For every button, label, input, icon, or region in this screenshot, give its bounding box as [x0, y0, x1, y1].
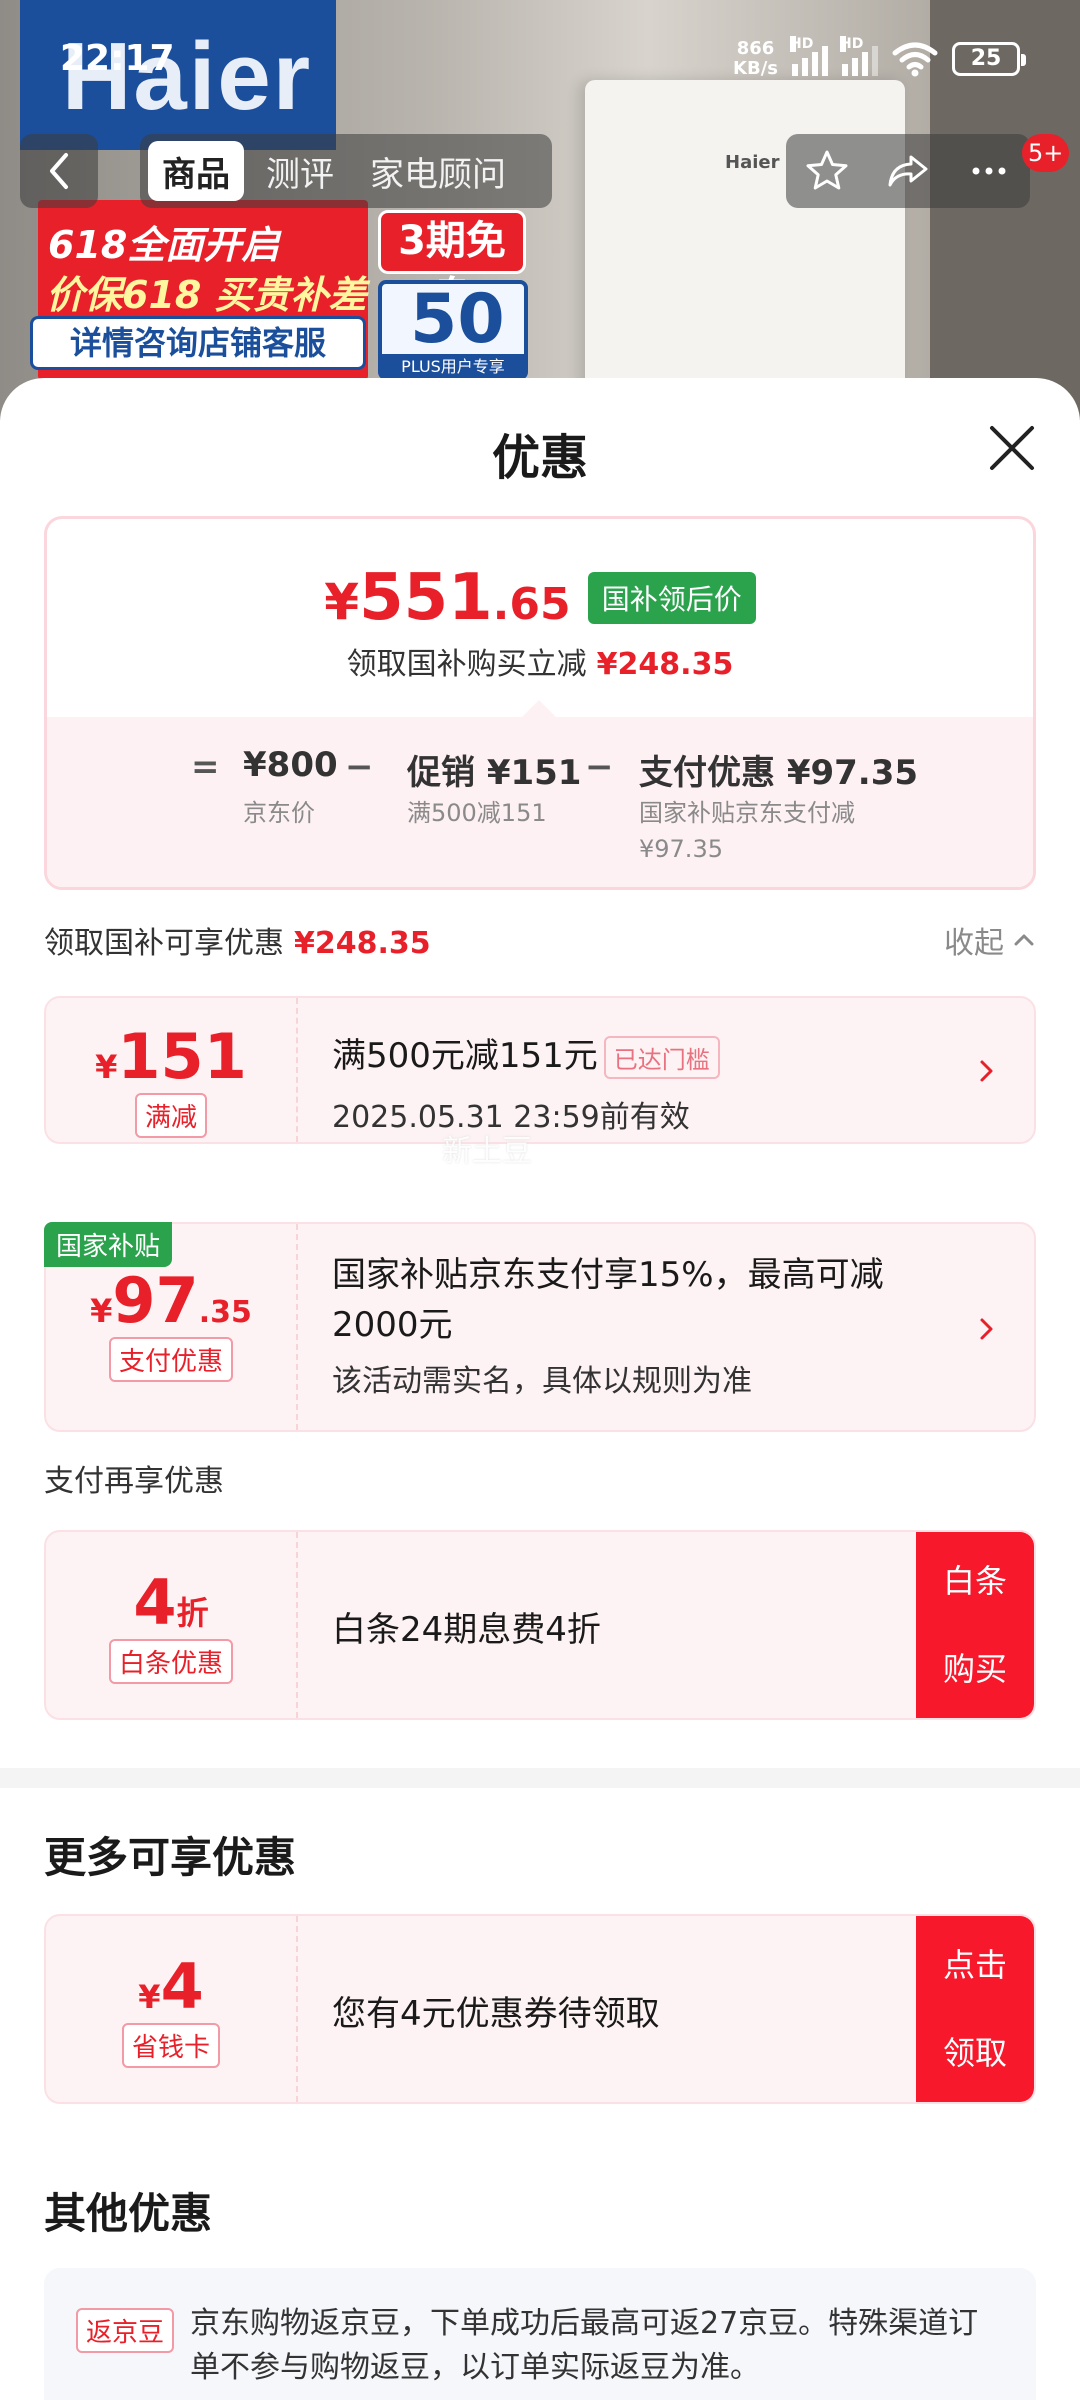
coupon-title: 满500元减151元 已达门槛	[332, 1028, 720, 1079]
plus-tag: PLUS用户专享	[380, 354, 526, 380]
chevron-right-icon	[980, 1060, 993, 1082]
coupon-baitiao: 4折 白条优惠 白条24期息费4折 白条 购买	[44, 1530, 1036, 1720]
watermark: 新土豆	[442, 1134, 532, 1169]
equals-sign: =	[191, 747, 220, 787]
minus-sign: −	[585, 747, 614, 787]
collapse-button[interactable]: 收起	[944, 918, 1036, 962]
promo-line-3: 详情咨询店铺客服	[30, 316, 366, 370]
coupon-title: 国家补贴京东支付享15%，最高可减 2000元	[332, 1255, 884, 1345]
baitiao-buy-button[interactable]: 白条 购买	[916, 1532, 1034, 1718]
other-discounts-heading: 其他优惠	[44, 2189, 213, 2238]
subsidy-summary-label: 领取国补可享优惠	[44, 926, 284, 961]
subsidy-summary-row: 领取国补可享优惠 ¥248.35 收起	[44, 918, 1036, 968]
promo-discount-label: 满500减151	[407, 799, 547, 827]
tab-appliance-advisor[interactable]: 家电顾问	[356, 141, 520, 201]
final-price-row: ¥551.65 国补领后价	[47, 561, 1033, 635]
jd-price-label: 京东价	[243, 799, 315, 827]
sheet-title: 优惠	[491, 430, 588, 486]
plus-value: 50	[410, 280, 505, 359]
coupon-value: ¥4 省钱卡	[46, 1916, 298, 2102]
coupon-saving-card: ¥4 省钱卡 您有4元优惠券待领取 点击 领取	[44, 1914, 1036, 2104]
product-heater-image: Haier	[585, 80, 905, 420]
payment-discount: 支付优惠 ¥97.35	[639, 753, 919, 793]
price-breakdown: = ¥800 京东价 − 促销 ¥151 满500减151 − 支付优惠 ¥97…	[47, 717, 1033, 887]
subsidy-price-badge: 国补领后价	[587, 572, 756, 624]
status-time: 22:17	[60, 38, 175, 79]
coupon-national-subsidy[interactable]: ¥97.35 支付优惠 国家补贴京东支付享15%，最高可减 2000元 该活动需…	[44, 1222, 1036, 1432]
more-icon[interactable]	[965, 147, 1013, 195]
coupon-value: ¥151 满减	[46, 998, 298, 1142]
promo-line-2: 价保618 买贵补差	[46, 273, 367, 317]
tab-product[interactable]: 商品	[148, 141, 244, 201]
discount-sheet: 优惠 ¥551.65 国补领后价 领取国补购买立减 ¥248.35 = ¥800 …	[0, 378, 1080, 2400]
network-speed: 866 KB/s	[733, 38, 778, 79]
section-divider	[0, 1768, 1080, 1788]
signal-icon: HD	[790, 36, 828, 76]
star-icon[interactable]	[803, 147, 851, 195]
status-icons: 866 KB/s HD HD 25	[733, 34, 1026, 84]
coupon-full-reduction[interactable]: ¥151 满减 满500元减151元 已达门槛 2025.05.31 23:59前…	[44, 996, 1036, 1144]
instant-saving: 领取国补购买立减 ¥248.35	[346, 647, 734, 682]
nav-tabs: 商品 测评 家电顾问	[140, 134, 552, 208]
coupon-type-tag: 满减	[134, 1093, 207, 1138]
installment-badge: 3期免息	[378, 210, 526, 320]
final-price: ¥551.65	[324, 561, 571, 635]
share-icon[interactable]	[884, 147, 932, 195]
payment-discount-label: 国家补贴京东支付减 ¥97.35	[639, 799, 855, 863]
national-subsidy-tag: 国家补贴	[44, 1222, 173, 1267]
coupon-type-tag: 白条优惠	[108, 1639, 233, 1684]
close-icon[interactable]	[980, 416, 1044, 480]
promo-discount: 促销 ¥151	[407, 753, 582, 793]
more-discounts-heading: 更多可享优惠	[44, 1833, 297, 1882]
chevron-left-icon	[50, 153, 68, 189]
price-summary-card: ¥551.65 国补领后价 领取国补购买立减 ¥248.35 = ¥800 京东价…	[44, 516, 1036, 890]
pay-section-label: 支付再享优惠	[44, 1464, 224, 1499]
battery-icon: 25	[952, 42, 1026, 76]
promo-line-1: 618全面开启	[48, 223, 280, 267]
jingdou-tag: 返京豆	[76, 2308, 175, 2353]
status-bar: 22:17 866 KB/s HD HD 25	[0, 0, 1080, 120]
back-button[interactable]	[20, 134, 98, 208]
jd-price: ¥800	[243, 745, 338, 785]
jingdou-rebate-box: 返京豆 京东购物返京豆，下单成功后最高可返27京豆。特殊渠道订单不参与购物返豆，…	[44, 2268, 1036, 2400]
coupon-note: 该活动需实名，具体以规则为准	[332, 1364, 752, 1399]
subsidy-summary-amount: ¥248.35	[294, 926, 431, 961]
nav-actions	[786, 134, 1030, 208]
chevron-up-icon	[1014, 934, 1034, 946]
threshold-reached-badge: 已达门槛	[603, 1036, 720, 1079]
coupon-type-tag: 省钱卡	[121, 2023, 220, 2068]
claim-coupon-button[interactable]: 点击 领取	[916, 1916, 1034, 2102]
jingdou-rebate-text: 京东购物返京豆，下单成功后最高可返27京豆。特殊渠道订单不参与购物返豆，以订单实…	[190, 2306, 979, 2385]
coupon-title: 您有4元优惠券待领取	[332, 1994, 660, 2034]
chevron-right-icon	[980, 1318, 993, 1340]
tab-reviews[interactable]: 测评	[252, 141, 348, 201]
signal-icon-2: HD	[840, 36, 878, 76]
coupon-title: 白条24期息费4折	[332, 1610, 601, 1650]
wifi-icon	[892, 42, 938, 77]
coupon-type-tag: 支付优惠	[108, 1337, 233, 1382]
coupon-value: 4折 白条优惠	[46, 1532, 298, 1718]
message-badge: 5+	[1022, 134, 1070, 172]
minus-sign: −	[345, 747, 374, 787]
